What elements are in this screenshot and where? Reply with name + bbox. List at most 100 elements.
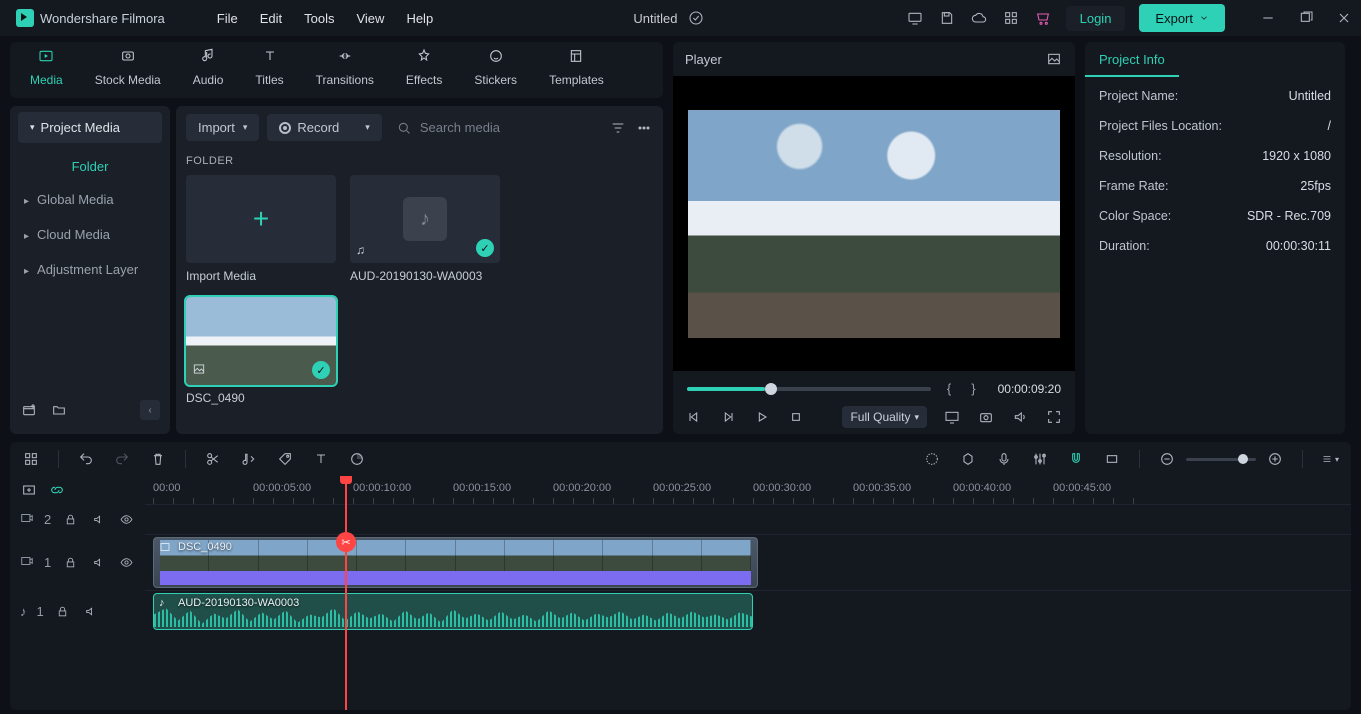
- new-bin-icon[interactable]: [20, 401, 38, 419]
- project-info-tab[interactable]: Project Info: [1085, 42, 1179, 77]
- login-button[interactable]: Login: [1066, 6, 1126, 31]
- track-head-v2[interactable]: 2: [10, 504, 145, 534]
- clip-audio[interactable]: ♪ AUD-20190130-WA0003: [153, 593, 753, 630]
- maximize-icon[interactable]: [1297, 9, 1315, 27]
- playhead[interactable]: ✂: [345, 476, 347, 710]
- side-cloud-media[interactable]: Cloud Media: [10, 217, 170, 252]
- mark-out-icon[interactable]: }: [967, 381, 979, 396]
- more-icon[interactable]: [635, 119, 653, 137]
- list-view-icon[interactable]: ▾: [1321, 450, 1339, 468]
- zoom-slider[interactable]: [1186, 458, 1256, 461]
- filter-icon[interactable]: [609, 119, 627, 137]
- mute-icon[interactable]: [82, 602, 100, 620]
- delete-icon[interactable]: [149, 450, 167, 468]
- rib-templates[interactable]: Templates: [533, 48, 620, 98]
- rib-titles[interactable]: Titles: [239, 48, 299, 98]
- text-tool-icon[interactable]: [312, 450, 330, 468]
- add-track-icon[interactable]: [20, 481, 38, 499]
- cart-icon[interactable]: [1034, 9, 1052, 27]
- mute-icon[interactable]: [89, 510, 107, 528]
- import-dropdown[interactable]: Import▾: [186, 114, 259, 141]
- lane-a1[interactable]: ♪ AUD-20190130-WA0003: [145, 590, 1351, 632]
- undo-icon[interactable]: [77, 450, 95, 468]
- redo-icon[interactable]: [113, 450, 131, 468]
- play-icon[interactable]: [753, 408, 771, 426]
- record-dropdown[interactable]: Record▾: [267, 114, 381, 141]
- thumb-image[interactable]: ✓ DSC_0490: [186, 297, 336, 405]
- rib-stock[interactable]: Stock Media: [79, 48, 177, 98]
- mark-in-icon[interactable]: {: [943, 381, 955, 396]
- volume-icon[interactable]: [1011, 408, 1029, 426]
- display-icon[interactable]: [943, 408, 961, 426]
- layout-icon[interactable]: [22, 450, 40, 468]
- menu-edit[interactable]: Edit: [260, 11, 282, 26]
- snapshot-view-icon[interactable]: [1045, 50, 1063, 68]
- link-icon[interactable]: [48, 481, 66, 499]
- folder-icon[interactable]: [50, 401, 68, 419]
- audio-tool-icon[interactable]: [240, 450, 258, 468]
- search-media[interactable]: Search media: [390, 116, 601, 140]
- image-thumb[interactable]: ✓: [186, 297, 336, 385]
- menu-file[interactable]: File: [217, 11, 238, 26]
- collapse-sidebar-icon[interactable]: ‹: [140, 400, 160, 420]
- side-adjustment-layer[interactable]: Adjustment Layer: [10, 252, 170, 287]
- clip-video[interactable]: DSC_0490: [153, 537, 758, 588]
- zoom-out-icon[interactable]: [1158, 450, 1176, 468]
- apps-icon[interactable]: [1002, 9, 1020, 27]
- minimize-icon[interactable]: [1259, 9, 1277, 27]
- project-media-button[interactable]: ▾Project Media: [18, 112, 162, 143]
- lock-icon[interactable]: [54, 602, 72, 620]
- rib-media[interactable]: Media: [14, 48, 79, 98]
- track-head-a1[interactable]: ♪1: [10, 590, 145, 632]
- media-icon: [38, 48, 54, 69]
- player-canvas[interactable]: [673, 76, 1075, 371]
- quality-dropdown[interactable]: Full Quality▾: [842, 406, 927, 428]
- lane-v2[interactable]: [145, 504, 1351, 534]
- titles-icon: [262, 48, 278, 69]
- next-frame-icon[interactable]: [719, 408, 737, 426]
- magnet-icon[interactable]: [1067, 450, 1085, 468]
- scissor-icon[interactable]: ✂: [336, 532, 356, 552]
- lock-icon[interactable]: [61, 510, 79, 528]
- cloud-icon[interactable]: [970, 9, 988, 27]
- scrub-track[interactable]: [687, 387, 931, 391]
- rib-transitions[interactable]: Transitions: [300, 48, 390, 98]
- fullscreen-icon[interactable]: [1045, 408, 1063, 426]
- tag-icon[interactable]: [276, 450, 294, 468]
- add-media-box[interactable]: +: [186, 175, 336, 263]
- thumb-import[interactable]: + Import Media: [186, 175, 336, 283]
- export-button[interactable]: Export: [1139, 4, 1225, 32]
- rib-effects[interactable]: Effects: [390, 48, 458, 98]
- eye-icon[interactable]: [117, 553, 135, 571]
- track-area[interactable]: 00:0000:00:05:0000:00:10:0000:00:15:0000…: [145, 476, 1351, 710]
- rib-audio[interactable]: Audio: [177, 48, 240, 98]
- folder-tab[interactable]: Folder: [10, 151, 170, 182]
- prev-frame-icon[interactable]: [685, 408, 703, 426]
- target-icon[interactable]: [923, 450, 941, 468]
- side-global-media[interactable]: Global Media: [10, 182, 170, 217]
- save-icon[interactable]: [938, 9, 956, 27]
- menu-tools[interactable]: Tools: [304, 11, 334, 26]
- snapshot-icon[interactable]: [977, 408, 995, 426]
- split-icon[interactable]: [204, 450, 222, 468]
- lane-v1[interactable]: DSC_0490: [145, 534, 1351, 590]
- thumb-audio[interactable]: ♪ ♫ ✓ AUD-20190130-WA0003: [350, 175, 500, 283]
- track-head-v1[interactable]: 1: [10, 534, 145, 590]
- time-ruler[interactable]: 00:0000:00:05:0000:00:10:0000:00:15:0000…: [145, 476, 1351, 504]
- marker-icon[interactable]: [959, 450, 977, 468]
- color-icon[interactable]: [348, 450, 366, 468]
- lock-icon[interactable]: [61, 553, 79, 571]
- device-icon[interactable]: [906, 9, 924, 27]
- mute-icon[interactable]: [89, 553, 107, 571]
- mic-icon[interactable]: [995, 450, 1013, 468]
- mixer-icon[interactable]: [1031, 450, 1049, 468]
- crop-icon[interactable]: [1103, 450, 1121, 468]
- zoom-in-icon[interactable]: [1266, 450, 1284, 468]
- close-icon[interactable]: [1335, 9, 1353, 27]
- rib-stickers[interactable]: Stickers: [458, 48, 533, 98]
- eye-icon[interactable]: [117, 510, 135, 528]
- audio-thumb[interactable]: ♪ ♫ ✓: [350, 175, 500, 263]
- menu-help[interactable]: Help: [406, 11, 433, 26]
- menu-view[interactable]: View: [356, 11, 384, 26]
- stop-icon[interactable]: [787, 408, 805, 426]
